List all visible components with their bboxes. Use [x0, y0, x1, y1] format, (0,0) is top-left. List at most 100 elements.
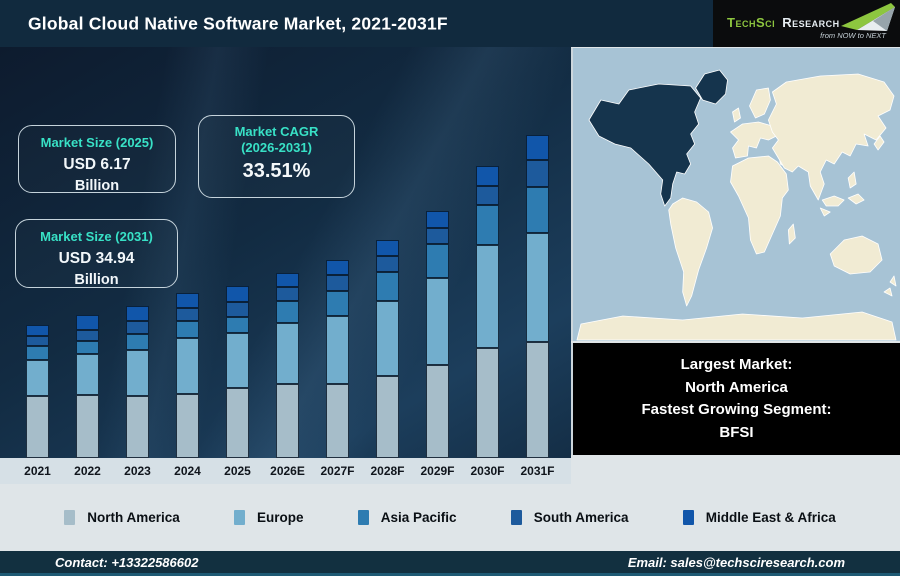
legend-item: North America — [64, 510, 180, 525]
bar-2027F — [326, 260, 349, 458]
brand-tagline: from NOW to NEXT — [820, 31, 886, 40]
bar-2026E — [276, 273, 299, 458]
legend-item: Asia Pacific — [357, 510, 457, 525]
bar-segment — [426, 211, 449, 228]
bar-segment — [276, 287, 299, 301]
legend-label: North America — [87, 510, 180, 525]
callout-line: North America — [685, 378, 788, 396]
page-title: Global Cloud Native Software Market, 202… — [28, 13, 448, 33]
bar-2022 — [76, 315, 99, 458]
bar-segment — [526, 187, 549, 233]
bar-2025 — [226, 286, 249, 458]
legend-bar: North America Europe Asia Pacific South Ame… — [0, 484, 900, 551]
x-axis-label: 2030F — [470, 464, 505, 478]
bar-segment — [76, 315, 99, 330]
info-box-market-cagr: Market CAGR (2026-2031) 33.51% — [198, 115, 355, 198]
bar-segment — [326, 275, 349, 291]
bar-segment — [126, 306, 149, 321]
callout-line: BFSI — [719, 423, 754, 441]
legend-item: South America — [510, 510, 629, 525]
bar-segment — [126, 334, 149, 350]
bar-segment — [176, 308, 199, 321]
info-box-title: Market Size (2025) — [40, 135, 154, 150]
bar-2029F — [426, 211, 449, 458]
logo-arrow-icon — [841, 3, 895, 31]
bar-segment — [76, 395, 99, 458]
bar-segment — [226, 302, 249, 317]
x-axis-label: 2031F — [520, 464, 555, 478]
legend-swatch — [682, 510, 694, 525]
bar-segment — [176, 338, 199, 394]
x-axis-strip: 2021 2022 2023 2024 2025 2026E 2027F 2028F 2029F… — [0, 458, 571, 484]
bar-segment — [476, 205, 499, 245]
bar-segment — [76, 341, 99, 354]
bar-segment — [376, 301, 399, 376]
x-axis-label: 2028F — [370, 464, 405, 478]
x-axis-label: 2024 — [174, 464, 201, 478]
bar-segment — [26, 396, 49, 458]
bar-segment — [326, 384, 349, 458]
info-box-subtitle: (2026-2031) — [241, 140, 312, 156]
x-axis-label: 2027F — [320, 464, 355, 478]
header-bar: Global Cloud Native Software Market, 202… — [0, 0, 900, 47]
bar-segment — [26, 346, 49, 360]
info-box-unit: Billion — [74, 272, 119, 289]
bar-2030F — [476, 166, 499, 458]
x-axis-label: 2029F — [420, 464, 455, 478]
footer-contact: Contact: +13322586602 — [55, 554, 199, 570]
bar-2024 — [176, 293, 199, 458]
bar-segment — [176, 394, 199, 458]
bar-segment — [126, 321, 149, 334]
bar-segment — [426, 244, 449, 278]
info-box-market-size-2025: Market Size (2025) USD 6.17 Billion — [18, 125, 176, 194]
legend-item: Europe — [233, 510, 303, 525]
bar-segment — [476, 166, 499, 186]
bar-2031F — [526, 135, 549, 458]
legend-label: Asia Pacific — [380, 510, 457, 525]
bar-segment — [476, 348, 499, 458]
bar-segment — [426, 228, 449, 244]
bar-segment — [326, 316, 349, 384]
bar-segment — [526, 160, 549, 187]
bar-segment — [26, 336, 49, 346]
footer-email: Email: sales@techsciresearch.com — [627, 554, 845, 570]
world-map — [571, 48, 900, 341]
brand-wordmark: TechSci Research — [727, 15, 840, 30]
callout-line: Largest Market: — [680, 356, 793, 373]
bar-segment — [26, 325, 49, 336]
bar-segment — [276, 384, 299, 458]
info-box-value: 33.51% — [242, 159, 311, 182]
bar-segment — [276, 323, 299, 384]
bar-segment — [176, 293, 199, 308]
bar-segment — [526, 233, 549, 342]
bar-segment — [476, 245, 499, 348]
brand-secondary-text: Research — [782, 15, 840, 30]
x-axis-label: 2021 — [24, 464, 51, 478]
info-box-value: USD 6.17 — [63, 156, 131, 174]
world-map-svg — [573, 48, 900, 341]
x-axis-label: 2025 — [224, 464, 251, 478]
callout-box: Largest Market: North America Fastest Gr… — [571, 343, 900, 455]
bar-segment — [276, 301, 299, 323]
legend-swatch — [233, 510, 245, 525]
info-box-title: Market CAGR — [234, 124, 319, 139]
bar-segment — [276, 273, 299, 287]
brand-primary-text: TechSci — [727, 15, 776, 30]
bar-segment — [376, 256, 399, 272]
bar-segment — [226, 317, 249, 333]
bar-segment — [226, 388, 249, 458]
info-box-value: USD 34.94 — [58, 250, 135, 268]
bar-segment — [76, 354, 99, 395]
x-axis-label: 2022 — [74, 464, 101, 478]
bar-segment — [426, 365, 449, 458]
bar-segment — [426, 278, 449, 365]
callout-line: Fastest Growing Segment: — [641, 401, 832, 418]
x-axis-label: 2026E — [270, 464, 305, 478]
bar-segment — [126, 350, 149, 396]
legend-label: Middle East & Africa — [705, 510, 836, 525]
footer-bar: Contact: +13322586602 Email: sales@techs… — [0, 551, 900, 576]
legend-swatch — [64, 510, 76, 525]
info-box-market-size-2031: Market Size (2031) USD 34.94 Billion — [15, 219, 178, 288]
chart-panel: Market Size (2025) USD 6.17 Billion Mark… — [0, 47, 571, 458]
bar-segment — [376, 376, 399, 458]
